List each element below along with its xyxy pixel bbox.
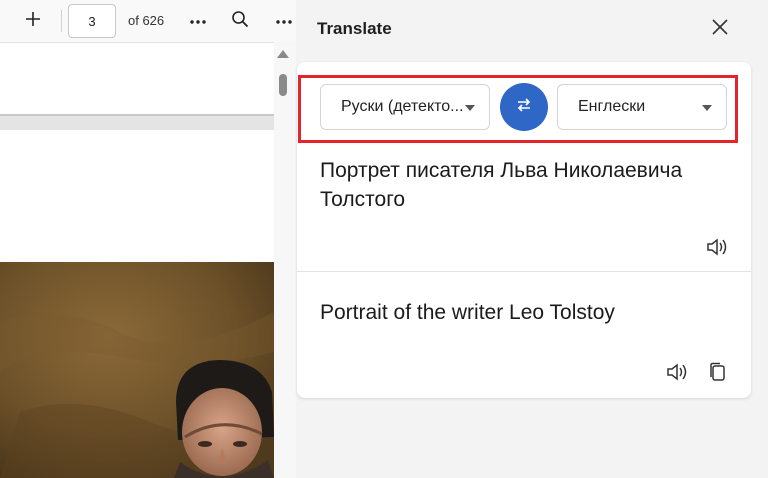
viewer-toolbar: of 626	[0, 0, 296, 42]
tolstoy-portrait-image	[0, 262, 274, 478]
plus-icon	[25, 11, 41, 32]
scroll-up-arrow-icon[interactable]	[277, 50, 289, 58]
more-horizontal-icon	[275, 12, 293, 30]
copy-translation-button[interactable]	[704, 361, 730, 387]
page-gap	[0, 114, 274, 130]
page-number-input[interactable]	[68, 4, 116, 38]
section-divider	[297, 271, 751, 272]
panel-title: Translate	[317, 19, 392, 38]
page-total-label: of 626	[128, 13, 165, 28]
pdf-viewer: of 626	[0, 0, 296, 478]
search-icon	[231, 10, 249, 33]
close-icon	[712, 18, 728, 40]
copy-icon	[708, 362, 726, 387]
language-selector-highlight	[298, 75, 738, 143]
previous-page	[0, 42, 274, 114]
toolbar-divider	[61, 10, 62, 32]
search-button[interactable]	[226, 7, 254, 35]
source-text: Портрет писателя Льва Николаевича Толсто…	[320, 159, 683, 211]
more-options-button[interactable]	[184, 7, 212, 35]
more-horizontal-icon	[189, 12, 207, 30]
vertical-scrollbar[interactable]	[274, 42, 296, 478]
listen-source-button[interactable]	[704, 236, 730, 262]
overflow-menu-button[interactable]	[270, 7, 296, 35]
translated-text: Portrait of the writer Leo Tolstoy	[320, 301, 615, 324]
close-button[interactable]	[706, 15, 734, 43]
add-button[interactable]	[19, 7, 47, 35]
scrollbar-thumb[interactable]	[279, 74, 287, 96]
speaker-icon	[706, 237, 728, 262]
speaker-icon	[666, 362, 688, 387]
listen-translation-button[interactable]	[664, 361, 690, 387]
